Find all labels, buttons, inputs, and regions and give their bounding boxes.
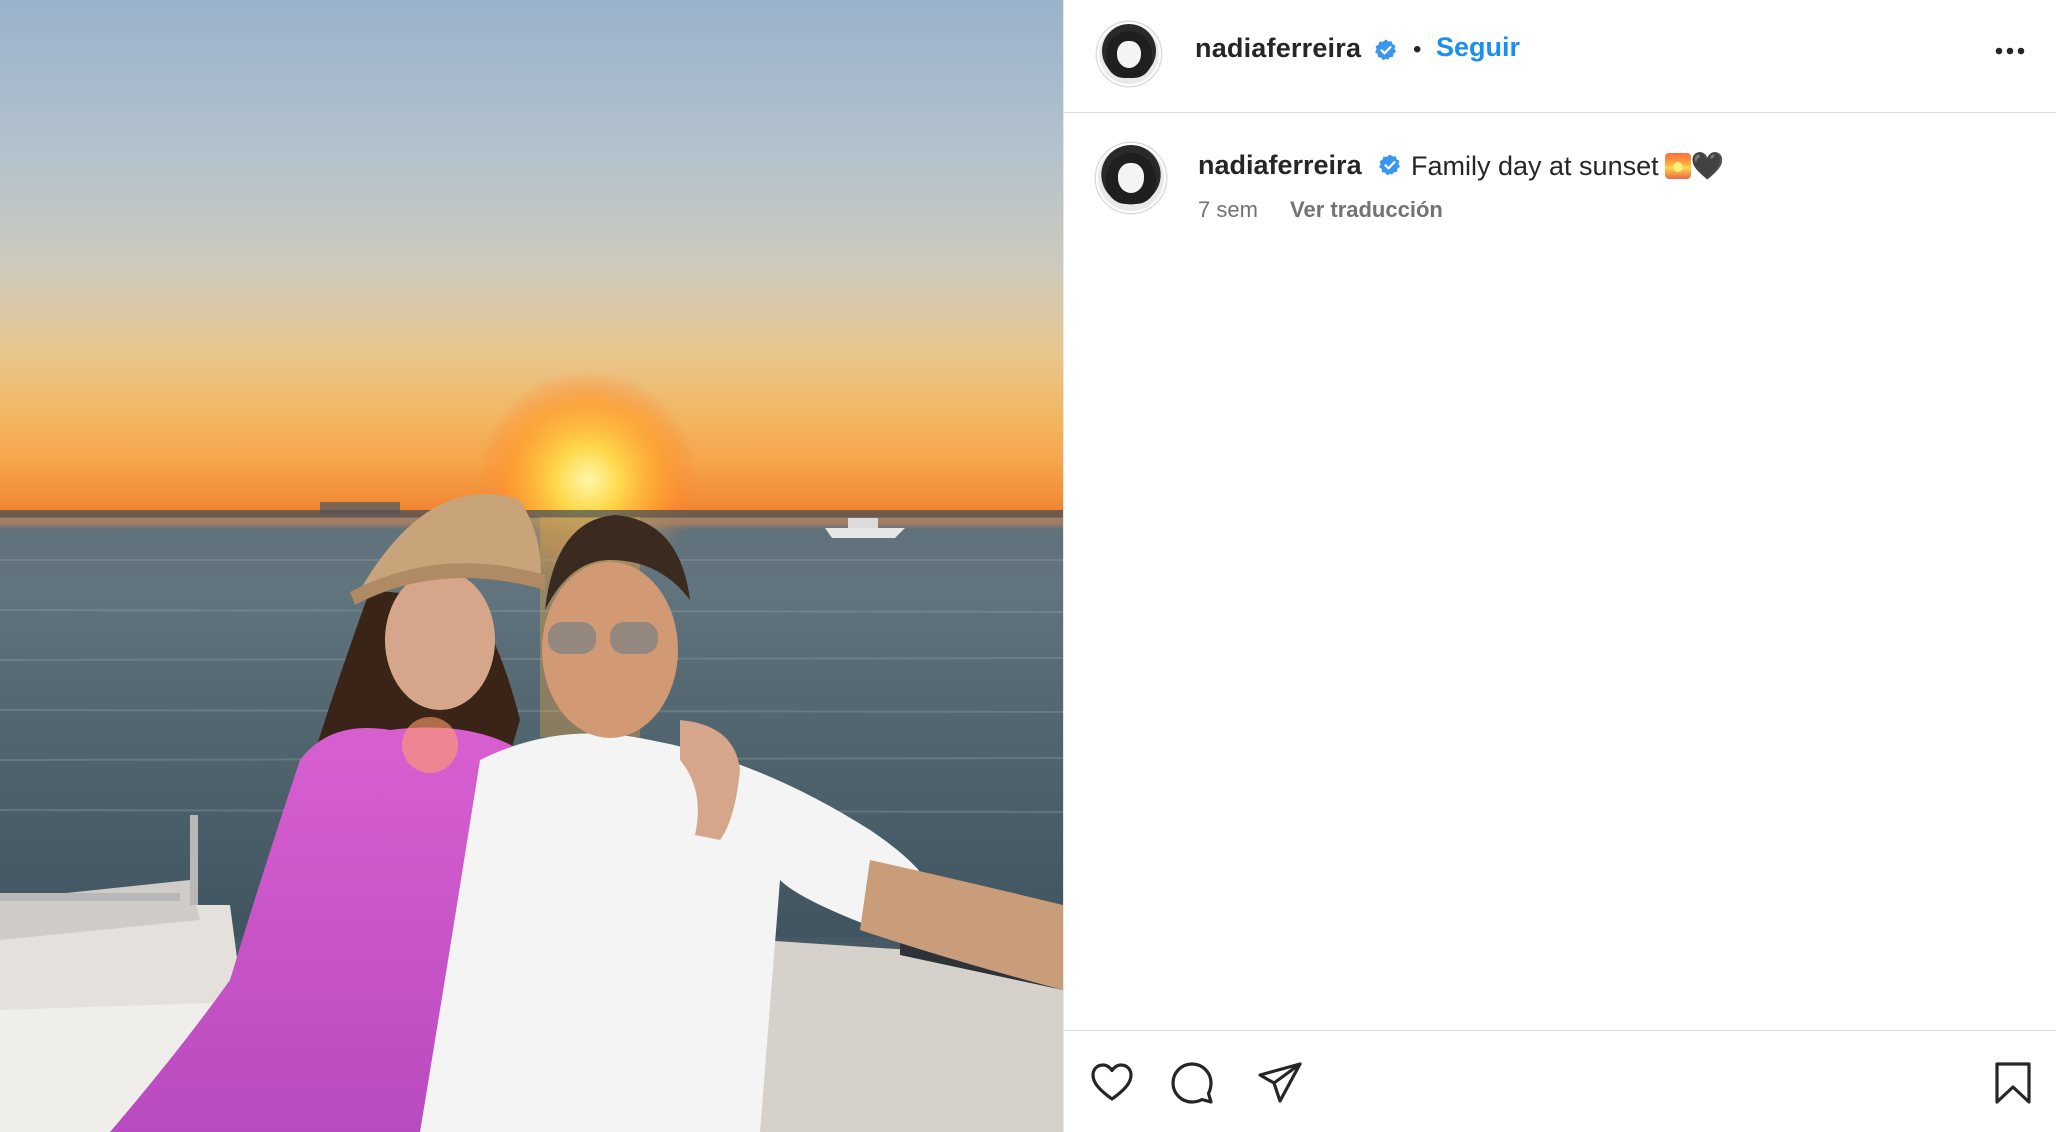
follow-button[interactable]: Seguir (1436, 32, 1520, 63)
avatar[interactable] (1097, 22, 1161, 86)
bookmark-icon[interactable] (1989, 1059, 2037, 1107)
action-bar (1064, 1030, 2056, 1132)
header-separator: • (1413, 36, 1422, 63)
verified-badge-icon (1379, 154, 1400, 176)
heart-emoji: 🖤 (1690, 151, 1725, 181)
sunset-emoji-icon (1664, 153, 1691, 179)
post-side-panel: nadiaferreira • Seguir nadiaferreira Fam… (1063, 0, 2056, 1132)
heart-icon[interactable] (1088, 1059, 1136, 1107)
header-username[interactable]: nadiaferreira (1195, 33, 1361, 64)
caption-text-wrap: Family day at sunset 🖤 (1411, 150, 1724, 182)
avatar-face (1117, 40, 1141, 68)
caption-username[interactable]: nadiaferreira (1198, 150, 1362, 181)
post-photo[interactable] (0, 0, 1063, 1132)
share-icon[interactable] (1256, 1059, 1304, 1107)
post-header: nadiaferreira • Seguir (1064, 0, 2056, 113)
caption-avatar[interactable] (1096, 143, 1166, 213)
post-time[interactable]: 7 sem (1198, 197, 1258, 222)
photo-illustration (0, 370, 1063, 1132)
caption-meta: 7 sem Ver traducción (1198, 197, 1443, 223)
verified-badge-icon (1375, 39, 1396, 61)
comment-icon[interactable] (1168, 1059, 1216, 1107)
translate-link[interactable]: Ver traducción (1290, 197, 1443, 223)
caption-text: Family day at sunset (1411, 151, 1659, 181)
more-options-icon[interactable] (1993, 38, 2027, 64)
